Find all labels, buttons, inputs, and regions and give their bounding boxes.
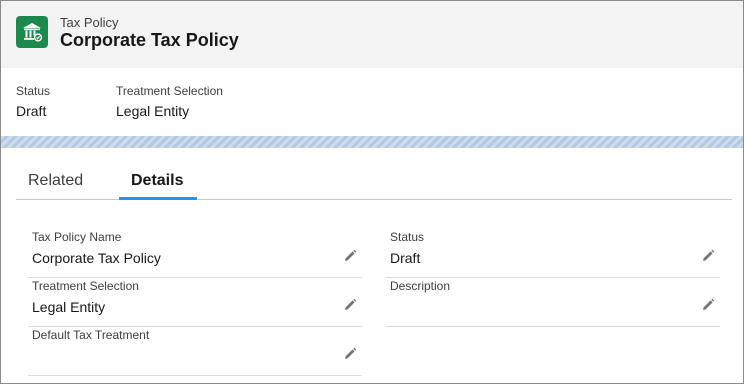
tab-bar: Related Details (16, 162, 732, 200)
pencil-icon[interactable] (342, 297, 358, 313)
field-label: Default Tax Treatment (32, 328, 150, 342)
highlight-status-value: Draft (16, 103, 47, 119)
field-tax-policy-name: Tax Policy Name Corporate Tax Policy (28, 230, 362, 278)
record-header: Tax Policy Corporate Tax Policy (1, 1, 743, 68)
field-status: Status Draft (386, 230, 720, 278)
tab-related[interactable]: Related (28, 172, 83, 199)
field-label: Treatment Selection (32, 279, 139, 293)
highlight-status-label: Status (16, 84, 51, 98)
field-value: Draft (390, 250, 421, 266)
bank-building-icon (16, 16, 48, 48)
field-value: Legal Entity (32, 299, 106, 315)
field-value: Corporate Tax Policy (32, 250, 161, 266)
highlight-treatment-selection-label: Treatment Selection (116, 84, 223, 98)
details-card: Related Details Tax Policy Name Corporat… (1, 148, 743, 383)
pencil-icon[interactable] (700, 297, 716, 313)
pencil-icon[interactable] (700, 248, 716, 264)
highlight-treatment-selection: Treatment Selection Legal Entity (116, 84, 223, 119)
field-treatment-selection: Treatment Selection Legal Entity (28, 279, 362, 327)
tab-details[interactable]: Details (131, 172, 183, 199)
field-label: Status (390, 230, 425, 244)
highlight-treatment-selection-value: Legal Entity (116, 103, 190, 119)
field-description: Description (386, 279, 720, 327)
record-title: Corporate Tax Policy (60, 30, 239, 50)
highlights-panel: Status Draft Treatment Selection Legal E… (1, 68, 743, 136)
field-default-tax-treatment: Default Tax Treatment (28, 328, 362, 376)
decorative-band (1, 136, 743, 148)
record-page: Tax Policy Corporate Tax Policy Status D… (0, 0, 744, 384)
highlight-status: Status Draft (16, 84, 50, 119)
active-tab-indicator (119, 197, 197, 200)
object-type-label: Tax Policy (60, 15, 119, 30)
pencil-icon[interactable] (342, 248, 358, 264)
pencil-icon[interactable] (342, 346, 358, 362)
field-label: Description (390, 279, 451, 293)
field-label: Tax Policy Name (32, 230, 122, 244)
